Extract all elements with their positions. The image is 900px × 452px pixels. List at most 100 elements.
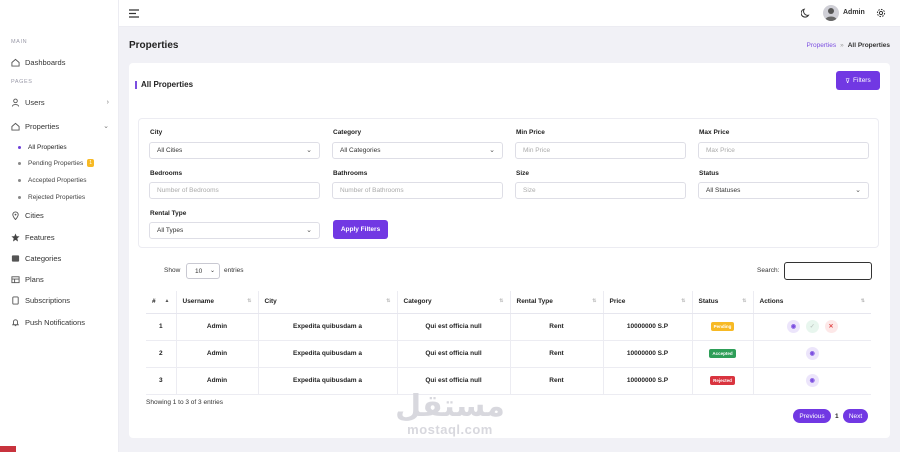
cell-price: 10000000 S.P [603,367,693,395]
city-select[interactable]: All Cities ⌄ [149,142,320,159]
chevron-right-icon: › [106,98,109,106]
user-icon [10,97,20,107]
status-select[interactable]: All Statuses ⌄ [698,182,869,199]
sidebar-item-subscriptions[interactable]: Subscriptions [0,292,119,308]
category-select[interactable]: All Categories ⌄ [332,142,503,159]
bedrooms-label: Bedrooms [150,170,183,177]
breadcrumb-parent[interactable]: Properties [806,42,836,49]
search-input[interactable] [784,262,872,280]
watermark: مستقل mostaql.com [394,392,506,438]
sidebar-item-cities[interactable]: Cities [0,207,119,223]
chevron-down-icon: ⌄ [209,268,215,274]
column-header-price[interactable]: Price ⇅ [603,291,693,314]
cell-category: Qui est officia null [397,313,511,341]
sidebar-subitem-label: Rejected Properties [28,193,86,201]
sidebar-item-label: Users [25,97,45,107]
size-input[interactable]: Size [515,182,686,199]
cell-status: Rejected [692,367,754,395]
cell-username: Admin [176,340,259,368]
sidebar-item-properties[interactable]: Properties ⌄ [0,118,119,134]
rental-type-select[interactable]: All Types ⌄ [149,222,320,239]
filters-button[interactable]: ⊽ Filters [836,71,880,90]
bullet-icon [18,145,21,149]
category-label: Category [333,129,362,136]
view-button[interactable]: ◉ [786,320,800,333]
cell-city: Expedita quibusdam a [258,340,398,368]
eye-icon: ◉ [809,378,815,384]
column-header-rental-type[interactable]: Rental Type ⇅ [510,291,604,314]
filter-panel: City All Cities ⌄ Category All Categories… [138,118,879,248]
table-header-row: # ▲ Username ⇅ City ⇅ Category ⇅ Rental Type… [146,291,871,314]
sidebar-item-label: Subscriptions [25,295,71,305]
sidebar-subitem-pending-properties[interactable]: Pending Properties 1 [18,157,95,169]
pending-count-badge: 1 [87,159,95,167]
cell-actions: ◉ ✓ ✕ [753,313,871,341]
sidebar-subitem-label: Pending Properties [28,159,84,167]
document-icon [10,295,20,305]
column-header-city[interactable]: City ⇅ [258,291,398,314]
moon-icon[interactable] [800,8,811,20]
view-button[interactable]: ◉ [805,347,819,360]
size-label: Size [516,170,530,177]
bedrooms-input[interactable]: Number of Bedrooms [149,182,320,199]
breadcrumb-current: All Properties [847,42,890,49]
properties-card: All Properties ⊽ Filters City All Cities… [129,63,890,438]
sidebar: MAIN Dashboards PAGES Users › Properties… [0,0,119,452]
sidebar-item-label: Push Notifications [25,317,86,327]
entries-label: entries [224,267,244,274]
star-icon [10,232,20,242]
avatar[interactable] [823,5,839,21]
column-header-username[interactable]: Username ⇅ [176,291,259,314]
accept-button[interactable]: ✓ [805,320,819,333]
sidebar-subitem-all-properties[interactable]: All Properties [18,141,67,153]
cell-number: 2 [146,340,177,368]
cell-username: Admin [176,367,259,395]
corner-marker [0,446,16,452]
map-pin-icon [10,210,20,220]
column-header-status[interactable]: Status ⇅ [692,291,754,314]
max-price-input[interactable]: Max Price [698,142,869,159]
gear-icon[interactable] [876,8,886,20]
column-header-number[interactable]: # ▲ [146,291,177,314]
apply-filters-button[interactable]: Apply Filters [333,220,388,239]
sidebar-subitem-accepted-properties[interactable]: Accepted Properties [18,174,87,186]
sort-icon: ⇅ [247,298,252,304]
column-header-category[interactable]: Category ⇅ [397,291,511,314]
view-button[interactable]: ◉ [805,374,819,387]
cell-price: 10000000 S.P [603,340,693,368]
status-select-value: All Statuses [706,187,741,194]
reject-button[interactable]: ✕ [824,320,838,333]
next-button[interactable]: Next [843,409,868,423]
sort-icon: ⇅ [860,298,865,304]
sidebar-section-pages: PAGES [11,79,33,85]
sidebar-item-users[interactable]: Users › [0,94,119,110]
page-number[interactable]: 1 [835,413,839,420]
cell-rental-type: Rent [510,367,604,395]
eye-icon: ◉ [790,324,797,330]
cell-city: Expedita quibusdam a [258,313,398,341]
rental-type-select-value: All Types [157,227,184,234]
column-header-actions[interactable]: Actions ⇅ [753,291,871,314]
sidebar-subitem-label: Accepted Properties [28,176,87,184]
menu-icon[interactable] [129,9,139,20]
bathrooms-label: Bathrooms [333,170,368,177]
sidebar-subitem-rejected-properties[interactable]: Rejected Properties [18,191,85,203]
page-size-select[interactable]: 10 ⌄ [186,263,220,279]
min-price-input[interactable]: Min Price [515,142,686,159]
bullet-icon [18,178,21,182]
sidebar-item-categories[interactable]: Categories [0,250,119,266]
sidebar-item-push-notifications[interactable]: Push Notifications [0,314,119,330]
admin-name[interactable]: Admin [843,9,865,16]
bathrooms-input[interactable]: Number of Bathrooms [332,182,503,199]
cell-rental-type: Rent [510,313,604,341]
sidebar-item-plans[interactable]: Plans [0,271,119,287]
cell-category: Qui est officia null [397,340,511,368]
sidebar-item-dashboards[interactable]: Dashboards [0,54,119,70]
sidebar-item-features[interactable]: Features [0,229,119,245]
cell-price: 10000000 S.P [603,313,693,341]
previous-button[interactable]: Previous [793,409,831,423]
rental-type-label: Rental Type [150,210,187,217]
status-badge: Accepted [709,349,736,358]
chevron-down-icon: ⌄ [489,147,495,154]
status-badge: Rejected [710,376,735,385]
